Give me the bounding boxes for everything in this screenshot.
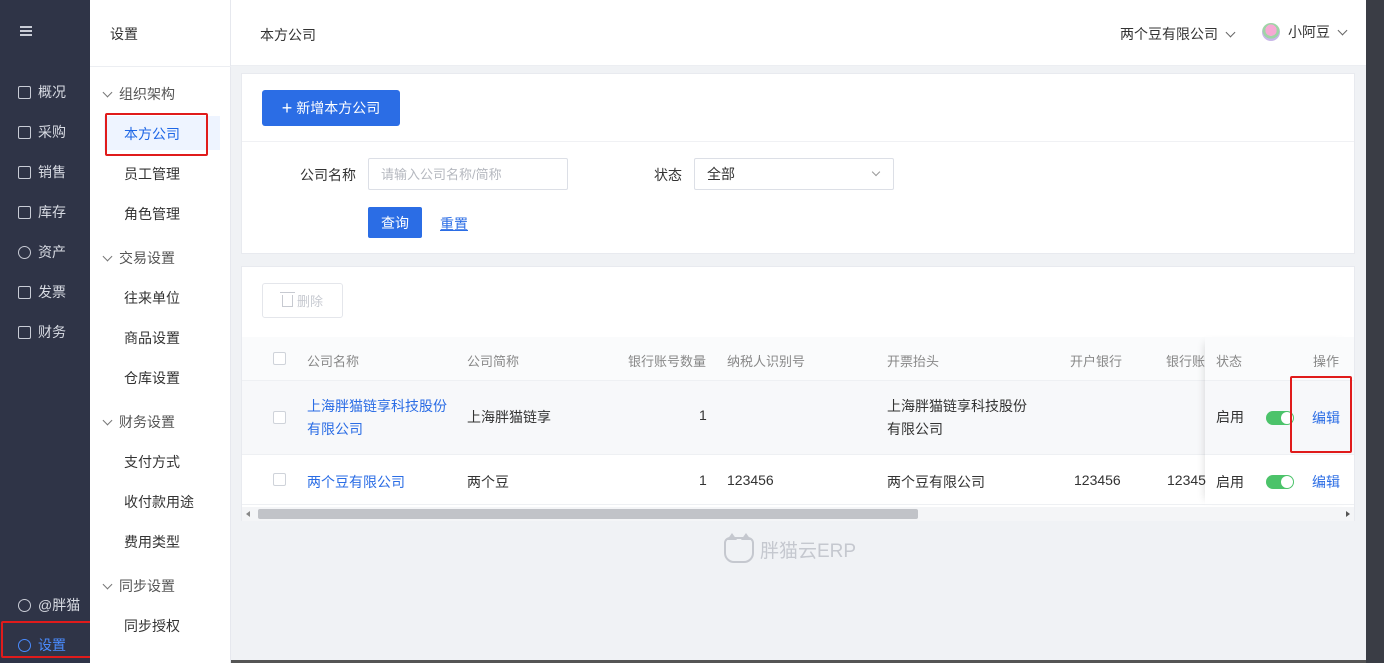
nav-item-sales[interactable]: 销售 — [0, 152, 90, 192]
add-company-button[interactable]: + 新增本方公司 — [262, 90, 400, 126]
col-account-count: 银行账号数量 — [628, 354, 707, 369]
submenu-link-payment[interactable]: 支付方式 — [124, 452, 180, 472]
submenu-divider — [90, 66, 231, 67]
purchase-icon — [18, 125, 31, 139]
scroll-left-icon[interactable] — [246, 511, 250, 517]
status-label: 状态 — [654, 167, 682, 183]
nav-account[interactable]: @胖猫 — [0, 585, 90, 625]
page-title: 本方公司 — [260, 27, 316, 43]
invoice-title-cell: 两个豆有限公司 — [887, 474, 985, 490]
submenu-link-payment-purpose[interactable]: 收付款用途 — [124, 492, 194, 512]
invoice-title-cell: 上海胖猫链享科技股份有限公司 — [887, 398, 1027, 437]
trash-icon — [279, 291, 295, 307]
submenu-link-expense-type[interactable]: 费用类型 — [124, 532, 180, 552]
table-header: 公司名称 公司简称 银行账号数量 纳税人识别号 开票抬头 开户银行 银行账 状态… — [242, 337, 1354, 381]
status-select[interactable]: 全部 — [694, 158, 894, 190]
edit-highlight-box — [1290, 376, 1352, 453]
filter-divider — [242, 141, 1354, 142]
nav-item-asset[interactable]: 资产 — [0, 232, 90, 272]
company-switcher[interactable]: 两个豆有限公司 — [1120, 24, 1236, 44]
delete-button[interactable]: 删除 — [262, 283, 343, 318]
submenu-link-roles[interactable]: 角色管理 — [124, 204, 180, 224]
col-short-name: 公司简称 — [467, 354, 520, 369]
own-company-highlight-box — [105, 113, 208, 156]
chevron-down-icon — [102, 415, 113, 425]
cat-face-icon — [18, 598, 31, 612]
table-panel: 删除 公司名称 公司简称 银行账号数量 纳税人识别号 开票抬头 开户银行 银行账… — [241, 266, 1355, 521]
asset-icon — [18, 245, 31, 259]
table-row: 两个豆有限公司 两个豆 1 123456 两个豆有限公司 123456 1234… — [242, 455, 1354, 505]
nav-item-purchase[interactable]: 采购 — [0, 112, 90, 152]
main-nav: 概况 采购 销售 库存 资产 发票 财务 @胖猫 设置 — [0, 0, 100, 663]
chevron-down-icon — [102, 87, 113, 97]
brand-logo: 胖猫云ERP — [724, 532, 856, 563]
submenu-link-products[interactable]: 商品设置 — [124, 328, 180, 348]
col-company-name: 公司名称 — [307, 354, 360, 369]
submenu-link-warehouse[interactable]: 仓库设置 — [124, 368, 180, 388]
nav-item-overview[interactable]: 概况 — [0, 72, 90, 112]
query-button[interactable]: 查询 — [368, 207, 422, 238]
chevron-down-icon — [1337, 25, 1348, 35]
col-invoice-title: 开票抬头 — [887, 354, 940, 369]
sales-icon — [18, 165, 31, 179]
settings-highlight-box — [1, 621, 100, 658]
chevron-down-icon — [871, 167, 881, 177]
table-row: 上海胖猫链享科技股份有限公司 上海胖猫链享 1 上海胖猫链享科技股份有限公司 启… — [242, 381, 1354, 455]
company-name-link[interactable]: 上海胖猫链享科技股份有限公司 — [307, 395, 457, 441]
scrollbar-thumb[interactable] — [258, 509, 918, 519]
company-name-input[interactable] — [368, 158, 568, 190]
filter-panel: +新增本方公司 公司名称 状态 全部 查询 重置 — [241, 73, 1355, 254]
short-name-cell: 两个豆 — [467, 474, 509, 490]
submenu-group-trade[interactable]: 交易设置 — [102, 248, 175, 268]
horizontal-scrollbar[interactable] — [242, 507, 1354, 521]
settings-submenu: 设置 组织架构 本方公司 员工管理 角色管理 交易设置 往来单位 商品设置 仓库… — [90, 0, 231, 663]
col-bank-account: 银行账 — [1166, 354, 1206, 369]
row-checkbox[interactable] — [273, 473, 286, 486]
scroll-right-icon[interactable] — [1346, 511, 1350, 517]
submenu-group-org[interactable]: 组织架构 — [102, 84, 175, 104]
submenu-group-sync[interactable]: 同步设置 — [102, 576, 175, 596]
chevron-down-icon — [102, 579, 113, 589]
overview-icon — [18, 85, 31, 99]
select-all-checkbox[interactable] — [273, 352, 286, 365]
nav-item-inventory[interactable]: 库存 — [0, 192, 90, 232]
plus-icon: + — [281, 98, 293, 118]
submenu-link-sync-auth[interactable]: 同步授权 — [124, 616, 180, 636]
reset-button[interactable]: 重置 — [440, 214, 468, 234]
top-bar: 本方公司 两个豆有限公司 小阿豆 — [231, 0, 1366, 66]
submenu-group-finance[interactable]: 财务设置 — [102, 412, 175, 432]
bank-cell: 123456 — [1074, 472, 1121, 488]
row-checkbox[interactable] — [273, 411, 286, 424]
submenu-link-staff[interactable]: 员工管理 — [124, 164, 180, 184]
submenu-link-partners[interactable]: 往来单位 — [124, 288, 180, 308]
chevron-down-icon — [1225, 27, 1236, 37]
menu-toggle-icon[interactable] — [20, 24, 36, 40]
company-name-label: 公司名称 — [300, 167, 356, 183]
window-right-edge — [1366, 0, 1384, 663]
finance-icon — [18, 325, 31, 339]
col-tax-id: 纳税人识别号 — [727, 354, 806, 369]
inventory-icon — [18, 205, 31, 219]
col-bank: 开户银行 — [1070, 354, 1123, 369]
nav-item-finance[interactable]: 财务 — [0, 312, 90, 352]
account-count-cell: 1 — [699, 407, 707, 423]
tax-id-cell: 123456 — [727, 472, 774, 488]
account-count-cell: 1 — [699, 472, 707, 488]
cat-logo-icon — [724, 532, 754, 563]
submenu-title: 设置 — [110, 26, 138, 42]
short-name-cell: 上海胖猫链享 — [467, 409, 551, 425]
avatar — [1262, 23, 1280, 41]
nav-item-invoice[interactable]: 发票 — [0, 272, 90, 312]
user-menu[interactable]: 小阿豆 — [1262, 22, 1348, 42]
company-name-link[interactable]: 两个豆有限公司 — [307, 472, 405, 492]
invoice-icon — [18, 285, 31, 299]
chevron-down-icon — [102, 251, 113, 261]
